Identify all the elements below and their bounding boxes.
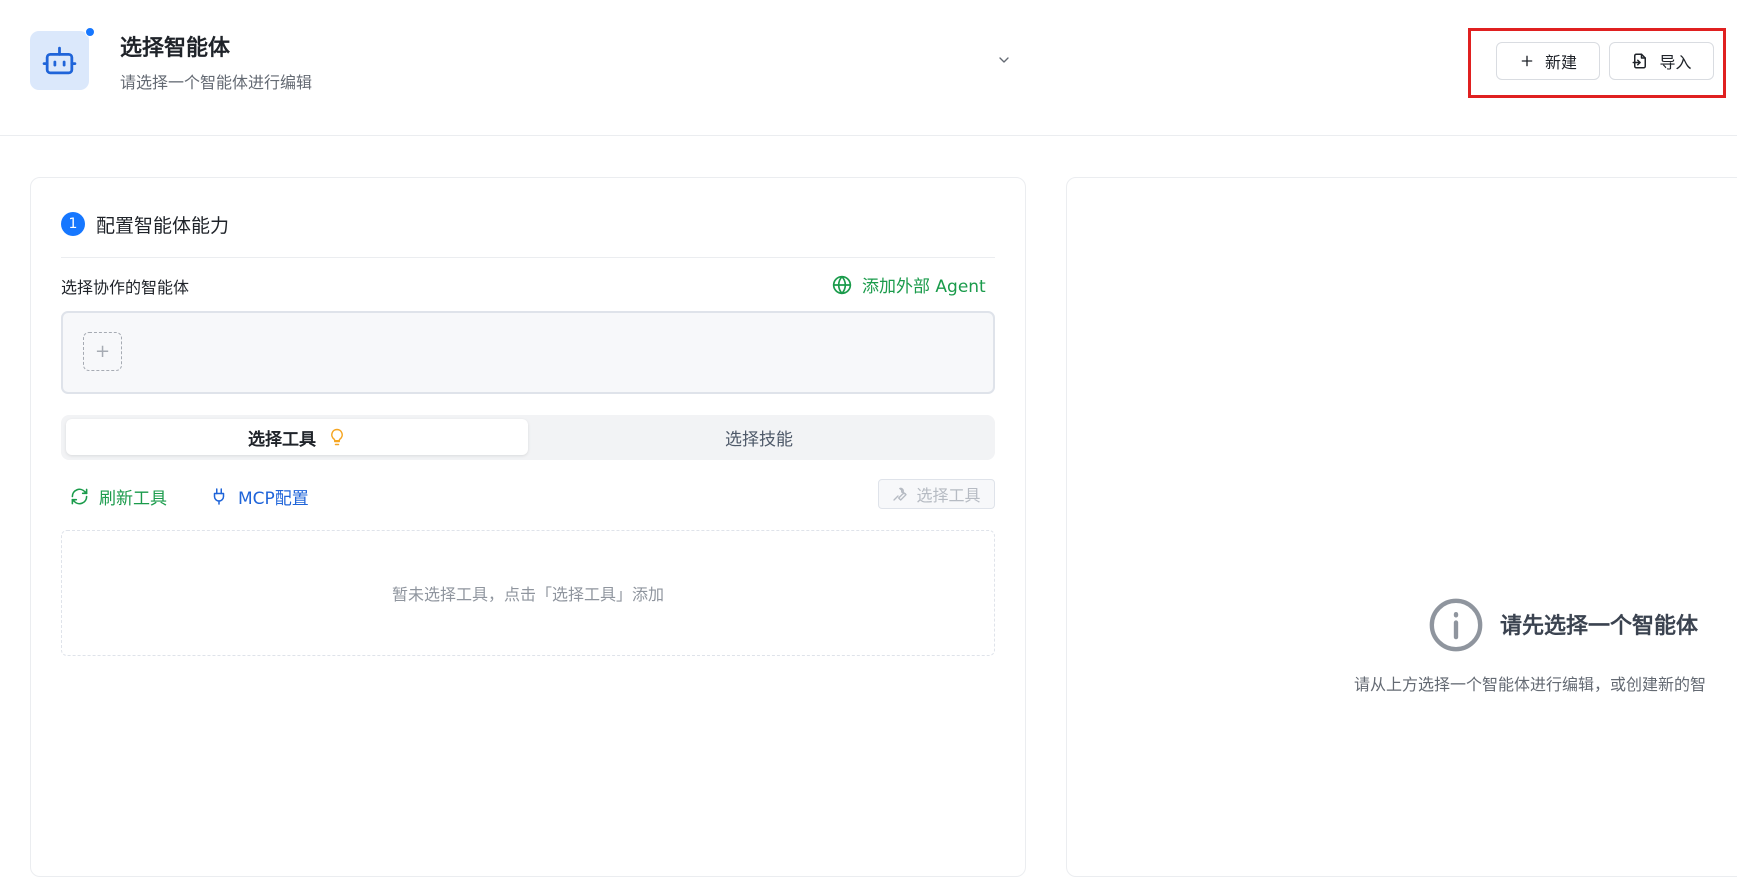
chevron-down-icon[interactable]: [996, 52, 1012, 72]
refresh-icon: [71, 488, 88, 505]
robot-icon: [42, 46, 77, 75]
info-icon: [1427, 596, 1485, 658]
tab-select-skills-label: 选择技能: [725, 429, 793, 450]
empty-state-description: 请从上方选择一个智能体进行编辑，或创建新的智: [1354, 675, 1707, 694]
plug-icon: [213, 488, 225, 505]
tab-select-tools[interactable]: 选择工具: [66, 419, 528, 455]
add-external-agent-link[interactable]: 添加外部 Agent: [832, 272, 986, 297]
divider: [61, 257, 995, 258]
collab-agents-box: [61, 311, 995, 394]
editor-panel: [1066, 177, 1737, 877]
status-dot: [85, 27, 95, 37]
agent-select-title[interactable]: 选择智能体: [120, 30, 230, 62]
agent-select-subtitle: 请选择一个智能体进行编辑: [120, 73, 313, 92]
refresh-tools-label: 刷新工具: [99, 489, 167, 509]
empty-tools-placeholder: 暂未选择工具，点击「选择工具」添加: [61, 530, 995, 656]
wrench-icon: [893, 487, 908, 501]
select-tools-button-label: 选择工具: [916, 486, 981, 505]
section-title: 配置智能体能力: [96, 215, 230, 237]
select-tools-button[interactable]: 选择工具: [878, 479, 995, 509]
lightbulb-icon: [331, 428, 343, 446]
add-external-agent-label: 添加外部 Agent: [862, 277, 986, 297]
step-badge: 1: [61, 212, 85, 236]
tab-select-skills[interactable]: 选择技能: [528, 419, 990, 455]
globe-icon: [832, 275, 852, 294]
tab-select-tools-label: 选择工具: [248, 429, 316, 450]
agent-avatar: [30, 31, 89, 90]
mcp-config-label: MCP配置: [238, 489, 309, 509]
collab-agents-label: 选择协作的智能体: [61, 278, 190, 297]
mcp-config-button[interactable]: MCP配置: [210, 484, 309, 509]
highlight-box: [1468, 28, 1726, 98]
empty-state-title: 请先选择一个智能体: [1500, 614, 1699, 639]
add-collab-agent-button[interactable]: +: [83, 332, 122, 371]
empty-tools-text: 暂未选择工具，点击「选择工具」添加: [391, 585, 664, 604]
refresh-tools-button[interactable]: 刷新工具: [70, 484, 167, 509]
